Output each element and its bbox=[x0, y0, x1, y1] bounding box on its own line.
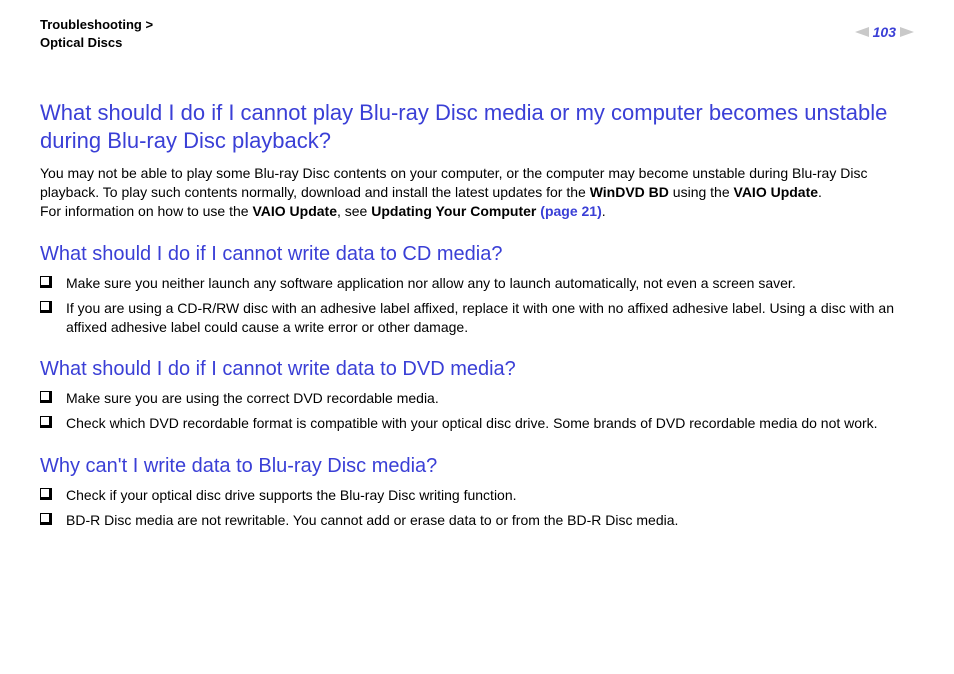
text-segment: For information on how to use the bbox=[40, 203, 252, 219]
content-area: What should I do if I cannot play Blu-ra… bbox=[40, 59, 914, 530]
bluray-write-list: Check if your optical disc drive support… bbox=[40, 486, 914, 530]
bold-vaio-update-1: VAIO Update bbox=[734, 184, 819, 200]
list-item-text: BD-R Disc media are not rewritable. You … bbox=[66, 511, 914, 530]
text-segment: using the bbox=[669, 184, 734, 200]
bullet-icon bbox=[40, 391, 52, 403]
page-nav: 103 bbox=[855, 24, 914, 40]
bold-updating-computer: Updating Your Computer bbox=[371, 203, 540, 219]
bold-vaio-update-2: VAIO Update bbox=[252, 203, 337, 219]
text-segment: . bbox=[602, 203, 606, 219]
bluray-playback-paragraph: You may not be able to play some Blu-ray… bbox=[40, 164, 914, 221]
page-link-21[interactable]: (page 21) bbox=[540, 203, 601, 219]
list-item: Make sure you are using the correct DVD … bbox=[40, 389, 914, 408]
heading-bluray-write: Why can't I write data to Blu-ray Disc m… bbox=[40, 455, 914, 478]
list-item-text: If you are using a CD-R/RW disc with an … bbox=[66, 299, 914, 337]
bullet-icon bbox=[40, 488, 52, 500]
heading-bluray-playback: What should I do if I cannot play Blu-ra… bbox=[40, 99, 914, 154]
bullet-icon bbox=[40, 513, 52, 525]
list-item-text: Make sure you neither launch any softwar… bbox=[66, 274, 914, 293]
list-item: If you are using a CD-R/RW disc with an … bbox=[40, 299, 914, 337]
list-item: Check which DVD recordable format is com… bbox=[40, 414, 914, 433]
page-header: Troubleshooting > Optical Discs 103 bbox=[40, 0, 914, 59]
breadcrumb-child[interactable]: Optical Discs bbox=[40, 35, 122, 50]
breadcrumb-separator: > bbox=[145, 17, 153, 32]
page-number: 103 bbox=[873, 24, 896, 40]
breadcrumb-parent[interactable]: Troubleshooting bbox=[40, 17, 142, 32]
prev-page-icon[interactable] bbox=[855, 27, 869, 37]
bullet-icon bbox=[40, 276, 52, 288]
list-item-text: Make sure you are using the correct DVD … bbox=[66, 389, 914, 408]
list-item-text: Check if your optical disc drive support… bbox=[66, 486, 914, 505]
text-segment: , see bbox=[337, 203, 371, 219]
next-page-icon[interactable] bbox=[900, 27, 914, 37]
bullet-icon bbox=[40, 416, 52, 428]
list-item-text: Check which DVD recordable format is com… bbox=[66, 414, 914, 433]
cd-write-list: Make sure you neither launch any softwar… bbox=[40, 274, 914, 337]
breadcrumb: Troubleshooting > Optical Discs bbox=[40, 16, 153, 51]
bold-windvd: WinDVD BD bbox=[590, 184, 669, 200]
dvd-write-list: Make sure you are using the correct DVD … bbox=[40, 389, 914, 433]
list-item: BD-R Disc media are not rewritable. You … bbox=[40, 511, 914, 530]
page: Troubleshooting > Optical Discs 103 What… bbox=[0, 0, 954, 674]
list-item: Check if your optical disc drive support… bbox=[40, 486, 914, 505]
text-segment: . bbox=[818, 184, 822, 200]
heading-dvd-write: What should I do if I cannot write data … bbox=[40, 358, 914, 381]
bullet-icon bbox=[40, 301, 52, 313]
heading-cd-write: What should I do if I cannot write data … bbox=[40, 243, 914, 266]
list-item: Make sure you neither launch any softwar… bbox=[40, 274, 914, 293]
